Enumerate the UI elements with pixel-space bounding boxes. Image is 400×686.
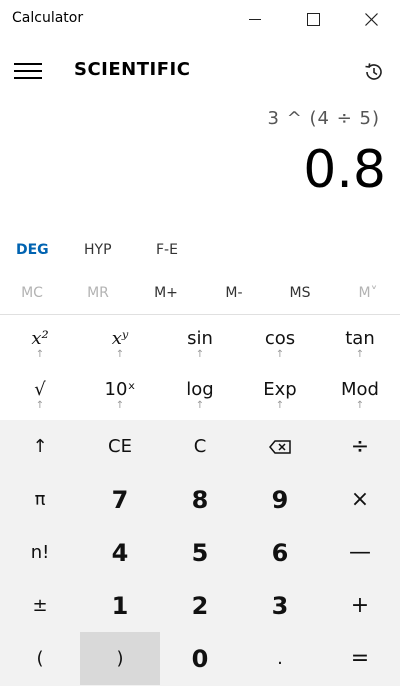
power-label: xʸ [111,328,129,349]
shift-indicator-icon: ↑ [195,400,205,411]
shift-indicator-icon: ↑ [35,400,45,411]
shift-indicator-icon: ↑ [115,400,125,411]
shift-indicator-icon: ↑ [195,349,205,360]
plus-button[interactable]: + [320,579,400,632]
shift-indicator-icon: ↑ [275,349,285,360]
history-icon[interactable] [362,60,386,84]
window-title: Calculator [12,10,84,26]
digit-4-button[interactable]: 4 [80,526,160,579]
ten-power-button[interactable]: 10ˣ ↑ [80,371,160,421]
shift-indicator-icon: ↑ [355,349,365,360]
digit-5-button[interactable]: 5 [160,526,240,579]
hyp-button[interactable]: HYP [84,242,112,258]
pi-button[interactable]: π [0,473,80,526]
sqrt-label: √ [34,379,46,400]
digit-9-button[interactable]: 9 [240,473,320,526]
digit-6-button[interactable]: 6 [240,526,320,579]
digit-3-button[interactable]: 3 [240,579,320,632]
ten-power-label: 10ˣ [104,379,136,400]
digit-0-button[interactable]: 0 [160,632,240,685]
mod-button[interactable]: Mod ↑ [320,371,400,421]
title-bar: Calculator [0,0,400,38]
power-button[interactable]: xʸ ↑ [80,320,160,370]
log-label: log [186,379,214,400]
backspace-icon [269,439,291,454]
sin-label: sin [187,328,213,349]
digit-7-button[interactable]: 7 [80,473,160,526]
log-button[interactable]: log ↑ [160,371,240,421]
clear-button[interactable]: C [160,420,240,473]
backspace-button[interactable] [240,420,320,473]
decimal-button[interactable]: . [240,632,320,685]
app-header: SCIENTIFIC [0,50,400,92]
hamburger-menu-icon[interactable] [14,58,42,82]
cos-label: cos [264,328,296,349]
divide-button[interactable]: ÷ [320,420,400,473]
memory-bar: MC MR M+ M- MS M˅ [0,276,400,310]
shift-indicator-icon: ↑ [355,400,365,411]
minus-button[interactable]: — [320,526,400,579]
square-label: x² [31,328,49,349]
minimize-icon [249,18,261,20]
shift-indicator-icon: ↑ [35,349,45,360]
square-button[interactable]: x² ↑ [0,320,80,370]
exp-button[interactable]: Exp ↑ [240,371,320,421]
multiply-button[interactable]: × [320,473,400,526]
tan-button[interactable]: tan ↑ [320,320,400,370]
shift-indicator-icon: ↑ [115,349,125,360]
fe-button[interactable]: F-E [156,242,178,258]
digit-2-button[interactable]: 2 [160,579,240,632]
tan-label: tan [345,328,375,349]
minimize-button[interactable] [226,0,284,38]
expression-display: 3 ^ (4 ÷ 5) [267,108,380,129]
mode-title: SCIENTIFIC [74,59,191,80]
shift-indicator-icon: ↑ [275,400,285,411]
maximize-button[interactable] [284,0,342,38]
keypad: ↑ CE C ÷ π 7 8 9 × n! 4 5 6— ±1 2 3 + () 0. = [0,420,400,686]
exp-label: Exp [263,379,297,400]
open-paren-button[interactable]: ( [0,632,80,685]
maximize-icon [306,12,320,26]
close-paren-button[interactable]: ) [80,632,160,685]
equals-button[interactable]: = [320,632,400,685]
divider [0,314,400,315]
negate-button[interactable]: ± [0,579,80,632]
mode-bar: DEG HYP F-E [0,236,400,266]
result-display: 0.8 [303,140,386,200]
shift-button[interactable]: ↑ [0,420,80,473]
digit-1-button[interactable]: 1 [80,579,160,632]
digit-8-button[interactable]: 8 [160,473,240,526]
deg-button[interactable]: DEG [16,242,49,258]
close-icon [364,12,378,26]
factorial-button[interactable]: n! [0,526,80,579]
mod-label: Mod [341,379,379,400]
sqrt-button[interactable]: √ ↑ [0,371,80,421]
clear-entry-button[interactable]: CE [80,420,160,473]
close-button[interactable] [342,0,400,38]
cos-button[interactable]: cos ↑ [240,320,320,370]
sin-button[interactable]: sin ↑ [160,320,240,370]
memory-list-button[interactable]: M˅ [328,276,400,310]
scientific-keys: x² ↑ xʸ ↑ sin ↑ cos ↑ tan ↑ √ ↑ 10ˣ ↑ log ↑ Exp ↑ Mod ↑ [0,320,400,420]
